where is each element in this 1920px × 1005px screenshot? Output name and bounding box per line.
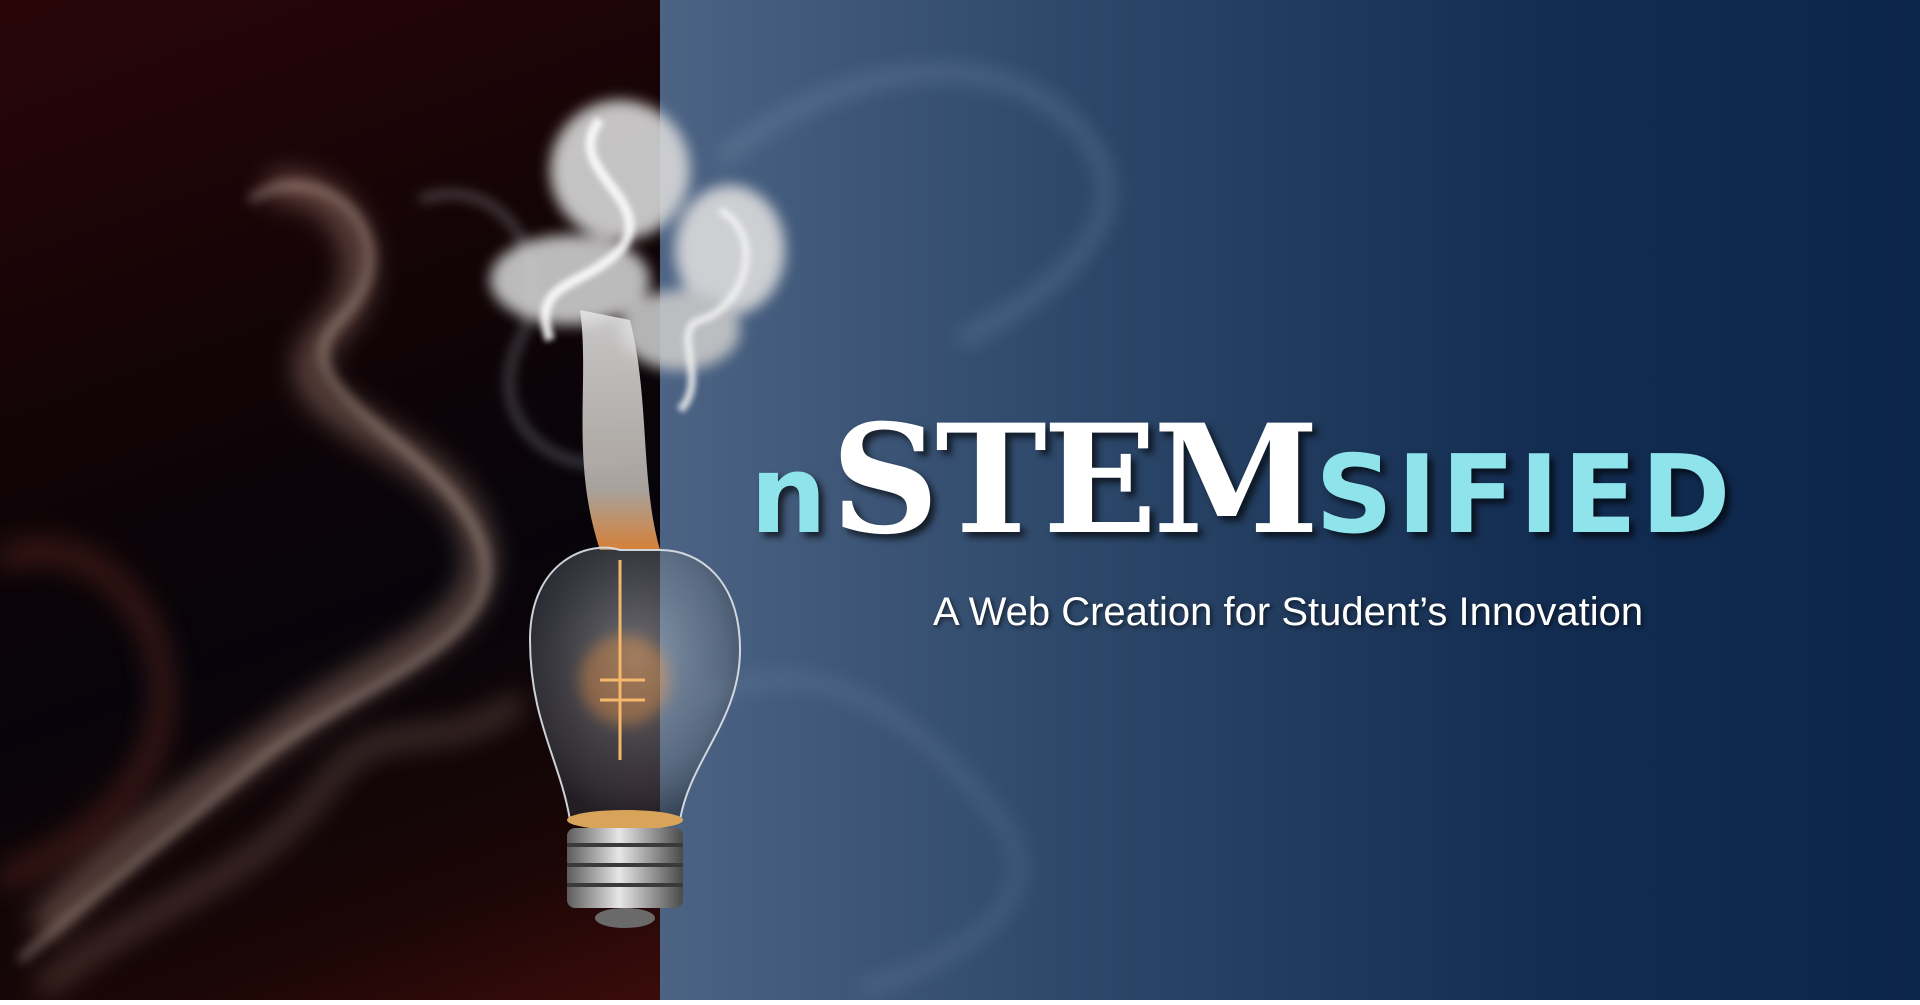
tagline: A Web Creation for Student’s Innovation — [933, 590, 1644, 634]
title-prefix: n — [750, 433, 831, 558]
site-title: nSTEMsified — [750, 405, 1735, 555]
title-core: STEM — [830, 392, 1319, 568]
title-suffix: sified — [1315, 433, 1735, 558]
